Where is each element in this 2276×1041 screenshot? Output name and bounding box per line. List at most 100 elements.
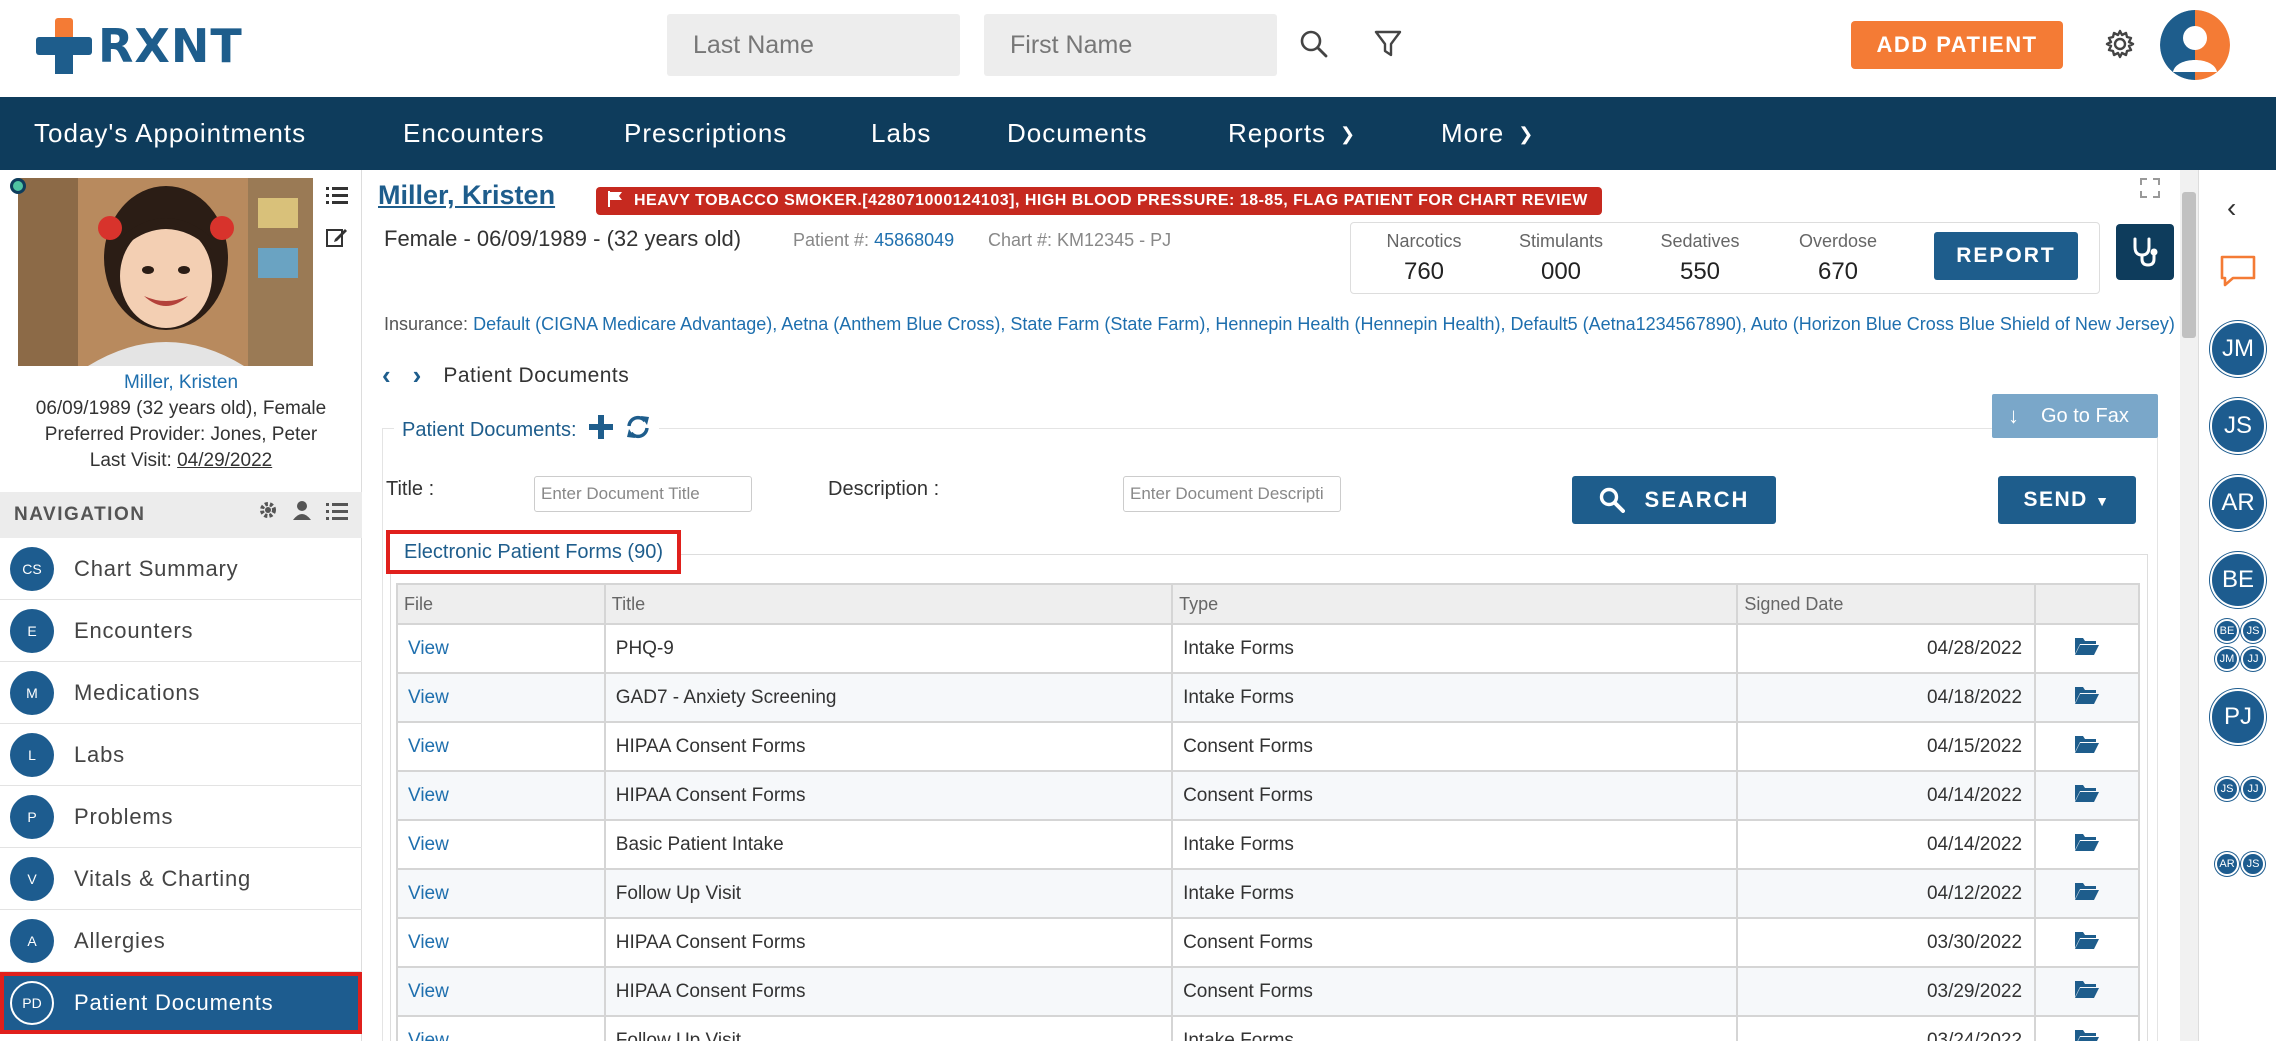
table-row: View HIPAA Consent Forms Consent Forms 03/2… [396,966,2140,1017]
patient-name-link[interactable]: Miller, Kristen [0,370,362,396]
rxnt-logo[interactable]: RXNT [36,18,243,74]
col-title[interactable]: Title [603,583,1174,625]
edit-icon[interactable] [326,226,348,248]
collaborator-avatar[interactable]: JM [2210,321,2266,377]
sidenav-labs[interactable]: L Labs [0,724,362,786]
forward-arrow-icon[interactable]: › [413,360,422,391]
patient-header-name[interactable]: Miller, Kristen [378,180,555,211]
view-link[interactable]: View [396,623,606,674]
view-link[interactable]: View [396,966,606,1017]
collaborator-avatar[interactable]: JM [2215,647,2239,671]
chart-number-label: Chart #: [988,230,1053,250]
view-link[interactable]: View [396,672,606,723]
list-icon[interactable] [326,184,348,206]
breadcrumb: ‹ › Patient Documents [382,360,629,391]
nav-labs[interactable]: Labs [871,97,931,170]
filter-icon[interactable] [1368,22,1408,66]
expand-icon[interactable] [2140,178,2160,198]
signed-date: 04/14/2022 [1736,819,2037,870]
nav-label: Labs [74,741,125,767]
last-visit-date[interactable]: 04/29/2022 [177,450,272,471]
send-dropdown-button[interactable]: SEND ▼ [1998,476,2136,524]
collaborator-avatar[interactable]: JS [2241,852,2265,876]
nav-more[interactable]: More ❯ [1441,97,1534,170]
collaborator-avatar[interactable]: JS [2210,398,2266,454]
patient-alert-badge[interactable]: HEAVY TOBACCO SMOKER.[428071000124103], … [596,187,1602,215]
search-button[interactable]: SEARCH [1572,476,1776,524]
chevron-down-icon: ❯ [1518,124,1535,144]
stethoscope-button[interactable] [2116,224,2174,280]
sidenav-medications[interactable]: M Medications [0,662,362,724]
report-button[interactable]: REPORT [1934,232,2078,280]
folder-open-icon[interactable] [2034,819,2140,870]
main-scrollbar[interactable] [2180,170,2198,1041]
add-icon[interactable] [588,415,613,445]
nav-todays-appointments[interactable]: Today's Appointments [34,97,306,170]
sidenav-patient-documents[interactable]: PD Patient Documents [0,972,362,1034]
collaborator-avatar[interactable]: AR [2215,852,2239,876]
view-link[interactable]: View [396,770,606,821]
folder-open-icon[interactable] [2034,623,2140,674]
patient-number-value[interactable]: 45868049 [874,230,954,250]
collaborator-avatar[interactable]: PJ [2210,689,2266,745]
collaborator-avatar[interactable]: JS [2215,777,2239,801]
nav-reports[interactable]: Reports ❯ [1228,97,1356,170]
signed-date: 04/28/2022 [1736,623,2037,674]
folder-open-icon[interactable] [2034,1015,2140,1041]
gear-icon[interactable] [2100,22,2140,66]
view-link[interactable]: View [396,1015,606,1041]
sidenav-problems[interactable]: P Problems [0,786,362,848]
collaborator-avatar[interactable]: BE [2215,619,2239,643]
sidenav-encounters[interactable]: E Encounters [0,600,362,662]
col-signed-date[interactable]: Signed Date [1736,583,2037,625]
insurance-list[interactable]: Default (CIGNA Medicare Advantage), Aetn… [473,314,2175,334]
user-icon[interactable] [293,492,312,538]
view-link[interactable]: View [396,819,606,870]
view-link[interactable]: View [396,868,606,919]
col-file[interactable]: File [396,583,606,625]
scrollbar-thumb[interactable] [2182,192,2196,338]
collapse-left-icon[interactable]: ‹ [2227,192,2236,224]
go-to-fax-button[interactable]: ↓ Go to Fax [1992,394,2158,438]
view-link[interactable]: View [396,721,606,772]
folder-open-icon[interactable] [2034,917,2140,968]
nav-prescriptions[interactable]: Prescriptions [624,97,787,170]
gear-icon[interactable] [258,492,278,538]
patient-side-panel: Miller, Kristen 06/09/1989 (32 years old… [0,170,362,1041]
document-type: Intake Forms [1171,819,1739,870]
nav-documents[interactable]: Documents [1007,97,1148,170]
chat-icon[interactable] [2219,254,2257,293]
document-description-input[interactable] [1123,476,1341,512]
sidenav-chart-summary[interactable]: CS Chart Summary [0,538,362,600]
collaborator-avatar[interactable]: JJ [2241,777,2265,801]
stimulants-value: 000 [1540,258,1582,285]
nav-encounters[interactable]: Encounters [403,97,545,170]
table-row: View GAD7 - Anxiety Screening Intake Forms… [396,672,2140,723]
sidenav-vitals-charting[interactable]: V Vitals & Charting [0,848,362,910]
view-link[interactable]: View [396,917,606,968]
folder-open-icon[interactable] [2034,721,2140,772]
add-patient-button[interactable]: ADD PATIENT [1851,21,2063,69]
search-icon[interactable] [1294,22,1334,66]
collaborator-avatar[interactable]: BE [2210,552,2266,608]
table-row: View HIPAA Consent Forms Consent Forms 04/1… [396,770,2140,821]
collaborator-avatar[interactable]: JS [2241,619,2265,643]
sidenav-allergies[interactable]: A Allergies [0,910,362,972]
list-icon[interactable] [326,492,348,538]
electronic-patient-forms-tab[interactable]: Electronic Patient Forms (90) [386,530,681,574]
folder-open-icon[interactable] [2034,770,2140,821]
user-avatar[interactable] [2160,10,2230,80]
first-name-input[interactable] [984,14,1277,76]
collaborator-avatar[interactable]: AR [2210,475,2266,531]
folder-open-icon[interactable] [2034,672,2140,723]
folder-open-icon[interactable] [2034,868,2140,919]
document-title-input[interactable] [534,476,752,512]
alert-text: HEAVY TOBACCO SMOKER.[428071000124103], … [634,192,1588,209]
folder-open-icon[interactable] [2034,966,2140,1017]
refresh-icon[interactable] [625,414,651,446]
collaborator-avatar[interactable]: JJ [2241,647,2265,671]
back-arrow-icon[interactable]: ‹ [382,360,391,391]
patient-photo [18,178,313,366]
col-type[interactable]: Type [1171,583,1739,625]
last-name-input[interactable] [667,14,960,76]
